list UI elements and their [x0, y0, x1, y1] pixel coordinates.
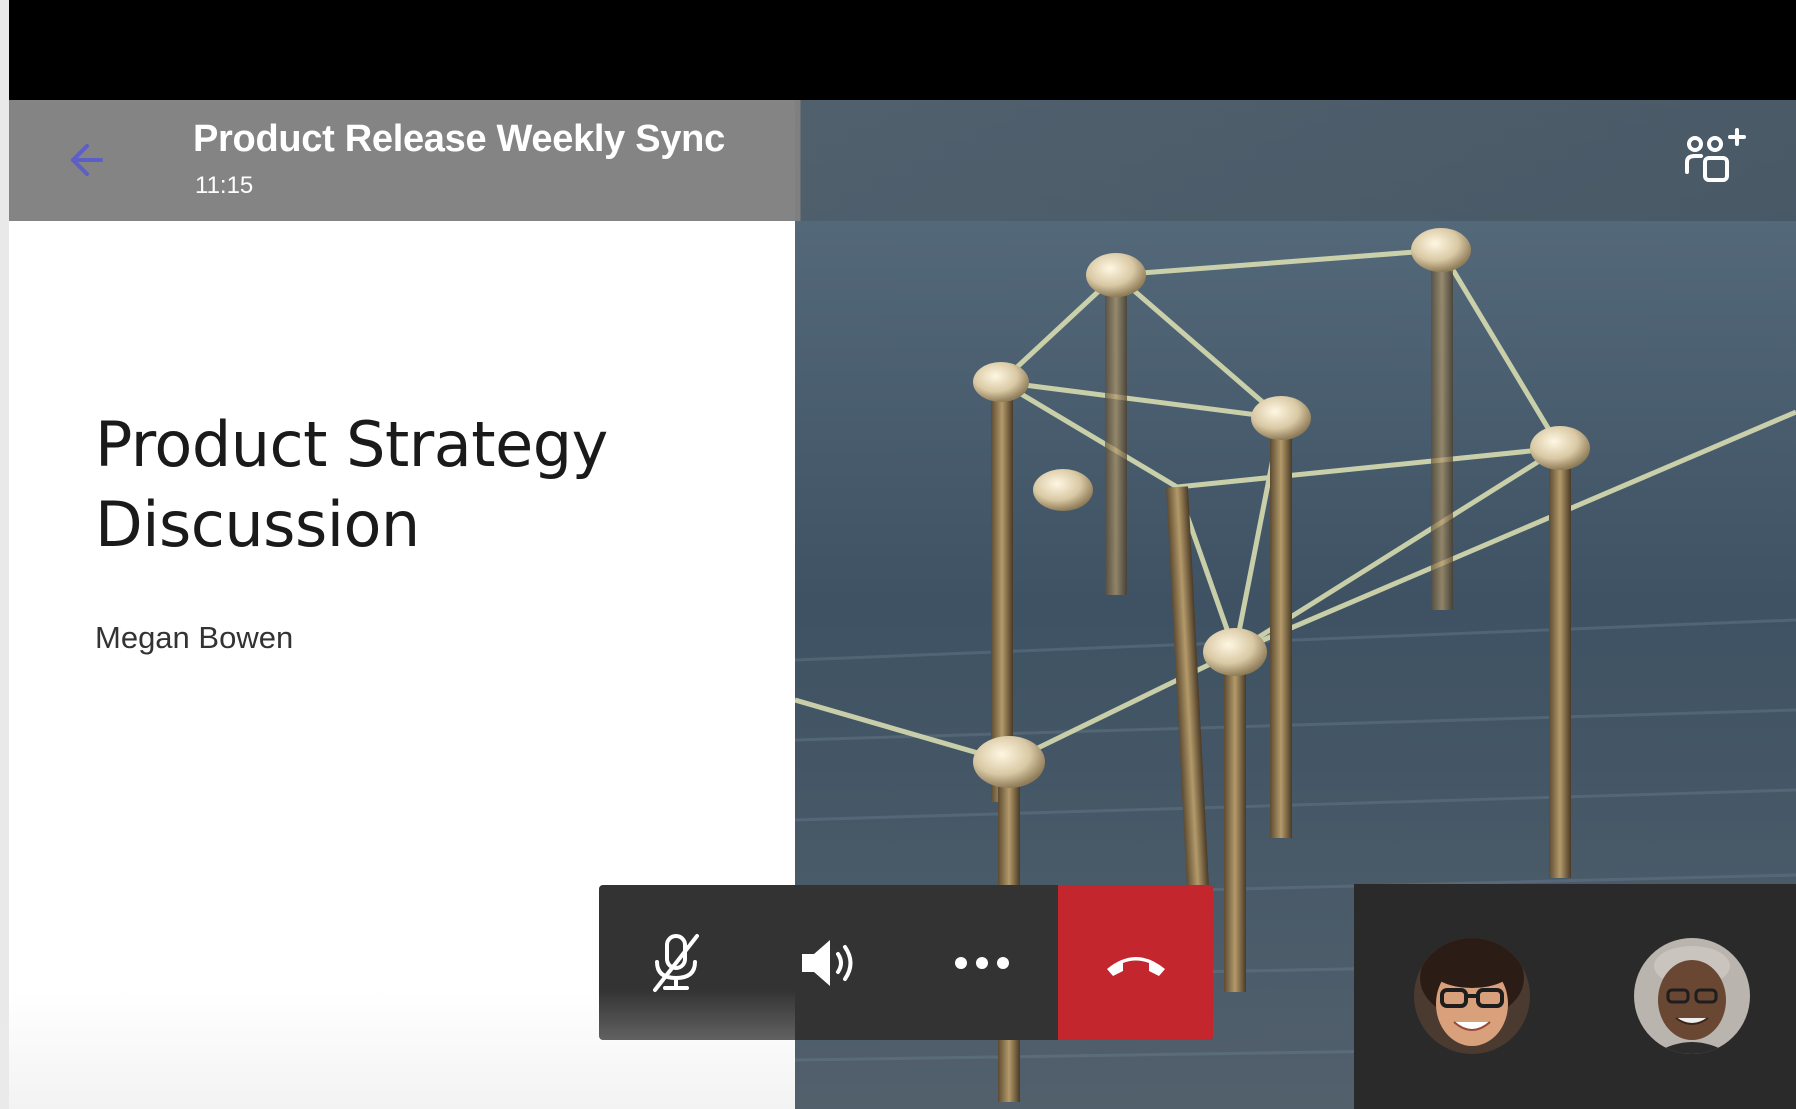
participant-avatar-1[interactable]: [1414, 938, 1530, 1054]
add-people-button[interactable]: [1676, 122, 1756, 194]
speaker-icon: [801, 939, 852, 986]
avatar: [1634, 938, 1750, 1054]
mute-button[interactable]: [599, 885, 752, 1040]
microphone-off-icon: [652, 933, 699, 992]
participant-avatar-2[interactable]: [1634, 938, 1750, 1054]
more-options-button[interactable]: [905, 885, 1058, 1040]
arrow-left-icon: [71, 144, 103, 176]
top-letterbox: [0, 0, 1796, 100]
hang-up-button[interactable]: [1058, 885, 1213, 1040]
participants-tray: [1354, 884, 1796, 1109]
more-options-icon: [954, 956, 1009, 969]
speaker-button[interactable]: [752, 885, 905, 1040]
slide-title-line-2: Discussion: [95, 488, 420, 561]
hang-up-icon: [1106, 956, 1165, 976]
slide-title-line-1: Product Strategy: [95, 408, 608, 481]
avatar: [1414, 938, 1530, 1054]
back-button[interactable]: [55, 130, 115, 190]
meeting-time: 11:15: [195, 172, 254, 199]
slide-presenter-name: Megan Bowen: [95, 620, 294, 655]
meeting-title: Product Release Weekly Sync: [193, 118, 725, 160]
slide-title: Product Strategy Discussion: [95, 405, 735, 565]
left-edge: [0, 0, 9, 1109]
teams-meeting-window: Product Strategy Discussion Megan Bowen: [0, 0, 1796, 1109]
call-controls: [599, 885, 1213, 1040]
add-people-icon: [1685, 128, 1746, 182]
meeting-header: Product Release Weekly Sync 11:15: [9, 100, 1796, 221]
